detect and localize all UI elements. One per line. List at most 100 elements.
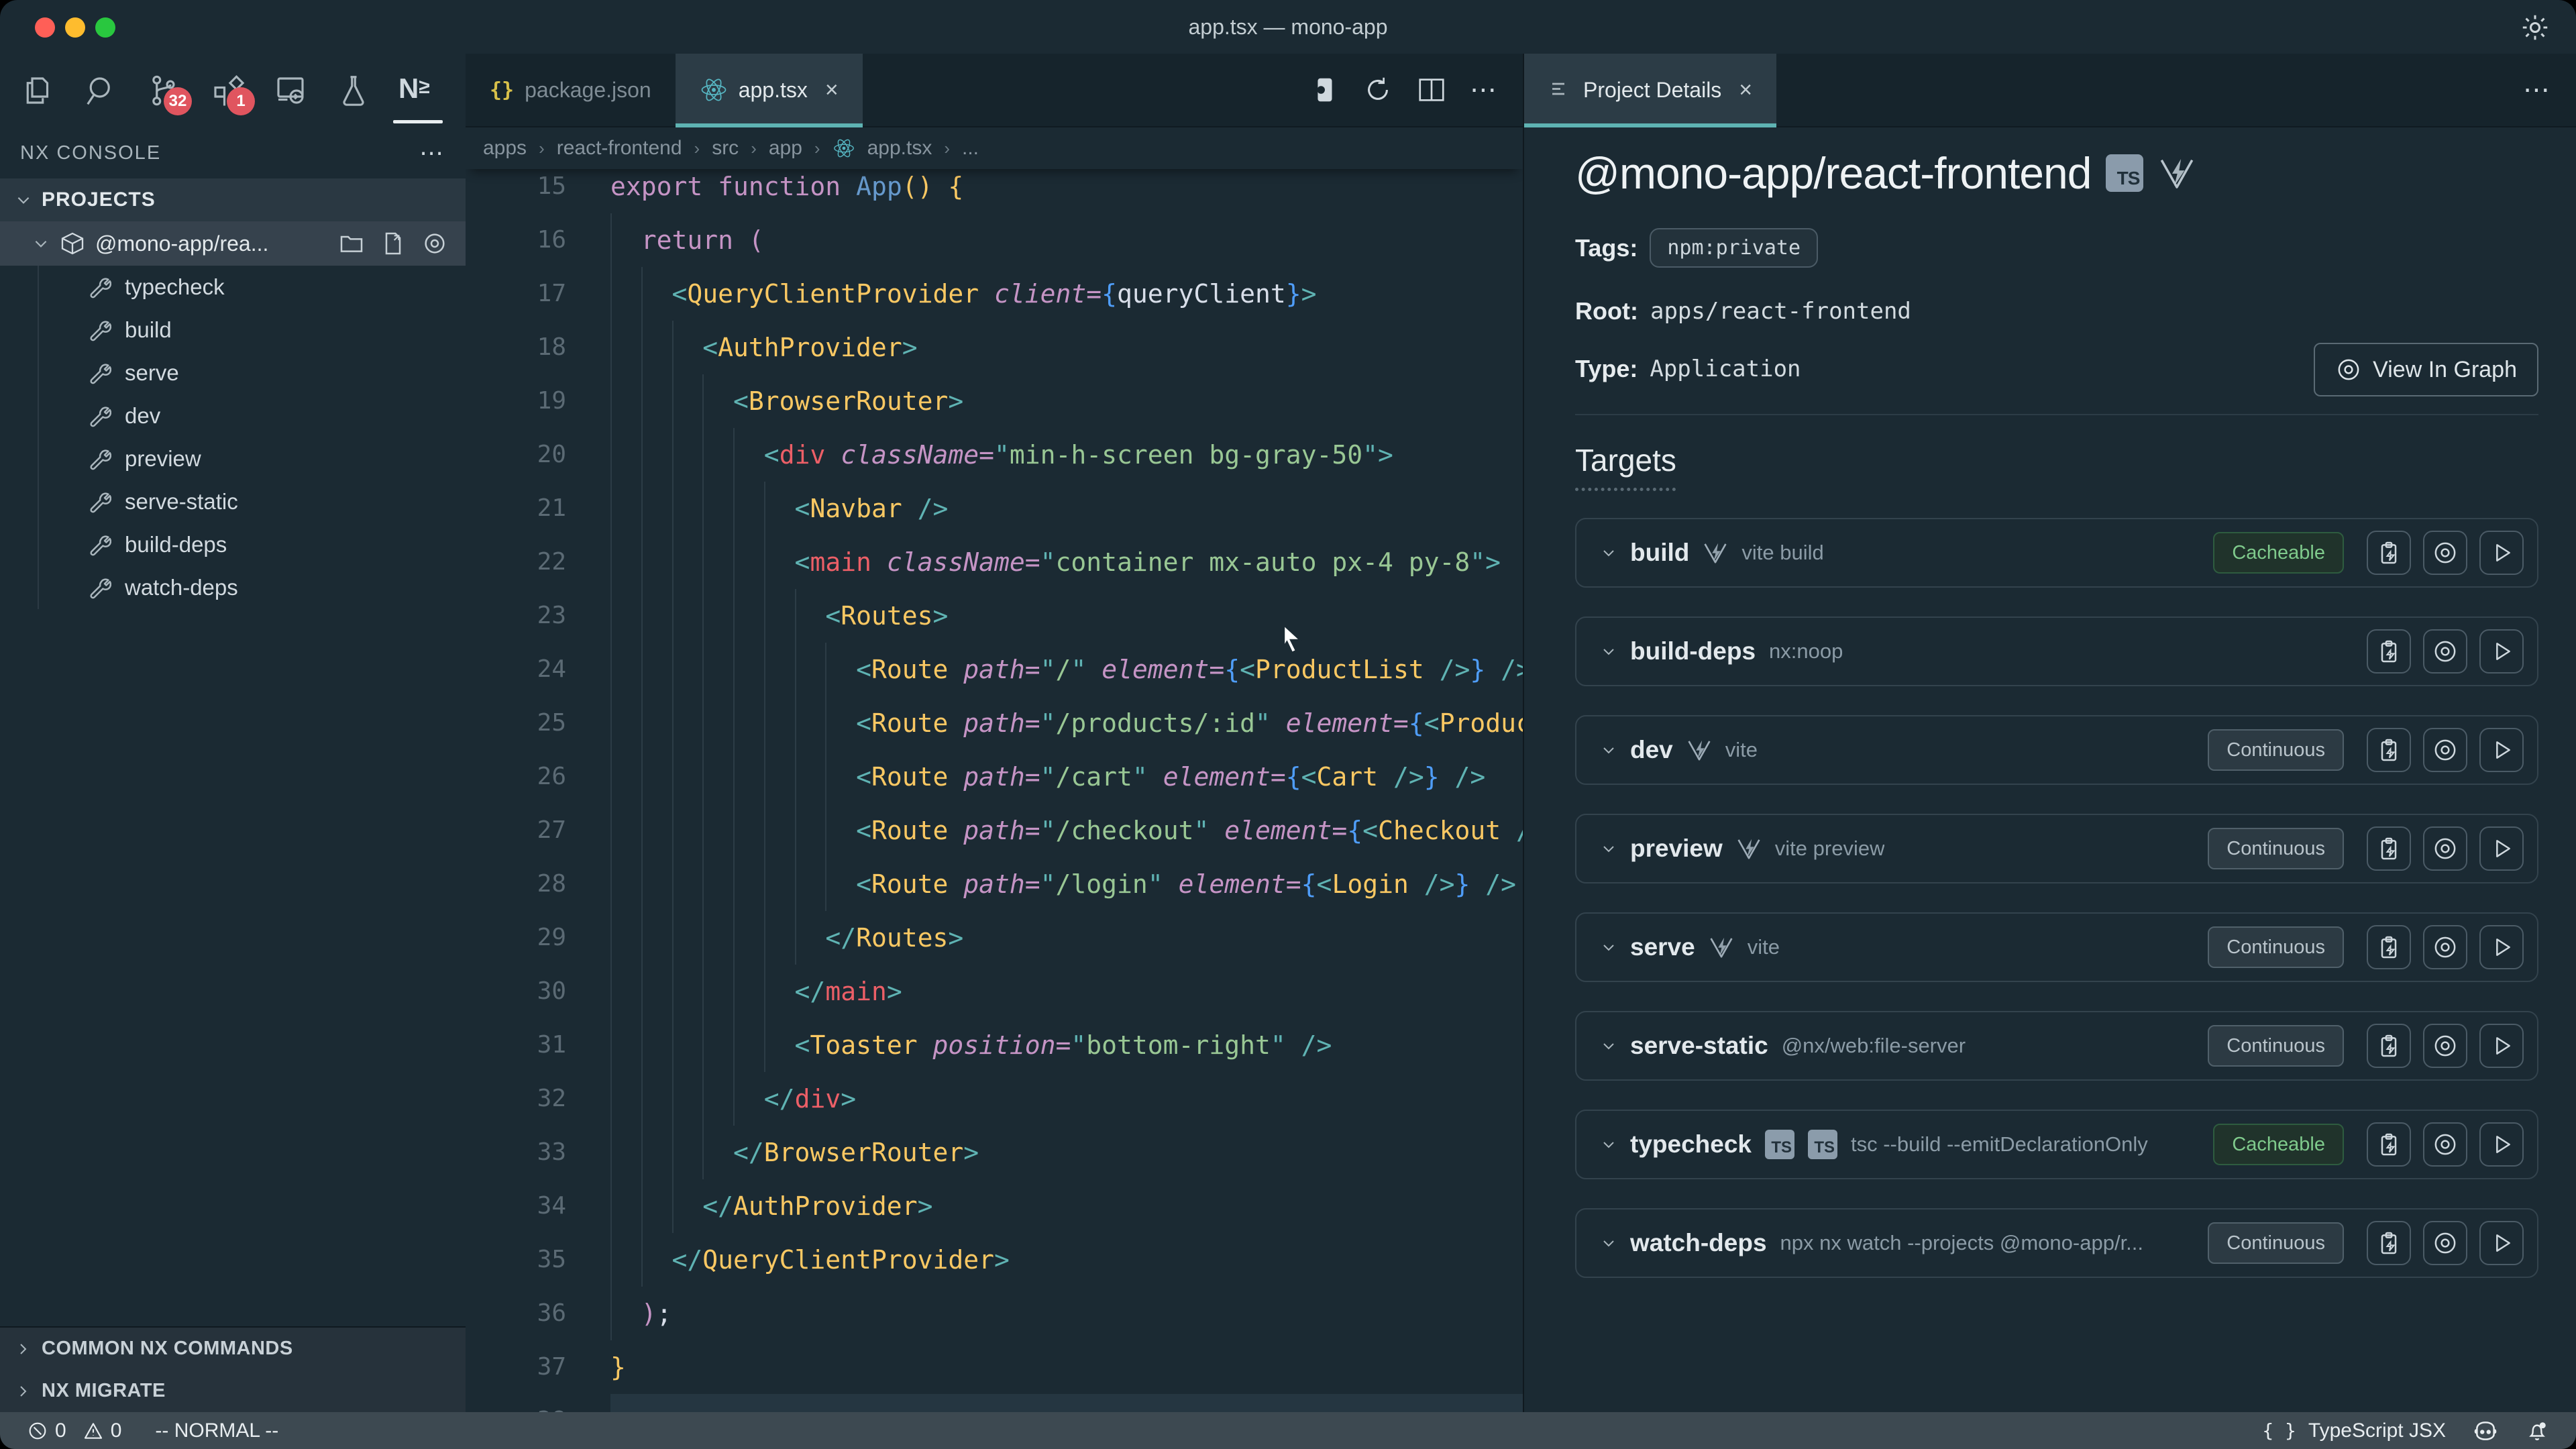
extensions-icon[interactable]: 1 bbox=[209, 72, 246, 109]
copy-button[interactable] bbox=[2367, 925, 2411, 969]
chevron-down-icon[interactable] bbox=[1601, 742, 1617, 758]
line-number: 26 bbox=[466, 750, 566, 804]
target-card-build[interactable]: build vite build Cacheable bbox=[1575, 518, 2538, 588]
chevron-down-icon[interactable] bbox=[1601, 643, 1617, 659]
projects-section-header[interactable]: PROJECTS bbox=[0, 178, 466, 221]
sidebar-item-dev[interactable]: dev bbox=[0, 394, 466, 437]
run-target-button[interactable] bbox=[2479, 1122, 2524, 1167]
copilot-icon[interactable] bbox=[2473, 1418, 2498, 1444]
sidebar-item-serve[interactable]: serve bbox=[0, 352, 466, 394]
copy-button[interactable] bbox=[2367, 1221, 2411, 1265]
tab-app-tsx[interactable]: app.tsx × bbox=[676, 54, 863, 126]
target-card-build-deps[interactable]: build-deps nx:noop bbox=[1575, 616, 2538, 686]
view-in-graph-button[interactable] bbox=[2423, 1122, 2467, 1167]
editor[interactable]: apps› react-frontend› src› app› app.tsx›… bbox=[466, 127, 1523, 1412]
line-number: 32 bbox=[466, 1072, 566, 1126]
vim-mode-indicator[interactable]: -- NORMAL -- bbox=[155, 1419, 278, 1442]
language-mode[interactable]: { } TypeScript JSX bbox=[2262, 1419, 2446, 1442]
target-command: npx nx watch --projects @mono-app/r... bbox=[1780, 1231, 2143, 1255]
source-control-icon[interactable]: 32 bbox=[146, 72, 182, 109]
nx-console-icon[interactable]: N≥ bbox=[398, 72, 429, 109]
target-card-watch-deps[interactable]: watch-deps npx nx watch --projects @mono… bbox=[1575, 1208, 2538, 1278]
tab-package-json[interactable]: {} package.json bbox=[466, 54, 676, 126]
target-card-typecheck[interactable]: typecheck TS TS tsc --build --emitDeclar… bbox=[1575, 1110, 2538, 1179]
wrench-icon bbox=[86, 446, 111, 472]
tab-project-details[interactable]: Project Details × bbox=[1524, 54, 1776, 126]
run-target-button[interactable] bbox=[2479, 925, 2524, 969]
chevron-down-icon[interactable] bbox=[1601, 1038, 1617, 1054]
view-in-graph-button[interactable] bbox=[2423, 1024, 2467, 1068]
remote-explorer-icon[interactable] bbox=[272, 72, 309, 109]
more-actions-icon[interactable]: ⋯ bbox=[419, 139, 445, 167]
search-icon[interactable] bbox=[83, 72, 119, 109]
gear-icon[interactable] bbox=[2520, 12, 2551, 43]
run-target-button[interactable] bbox=[2479, 1024, 2524, 1068]
code-line: 28<Route path="/login" element={<Login /… bbox=[466, 857, 1523, 911]
target-icon[interactable] bbox=[421, 230, 448, 257]
sidebar-item-build-deps[interactable]: build-deps bbox=[0, 523, 466, 566]
code-lines[interactable]: 15export function App() {16return (17<Qu… bbox=[466, 160, 1523, 1412]
run-target-button[interactable] bbox=[2479, 1221, 2524, 1265]
close-icon[interactable]: × bbox=[825, 77, 839, 103]
copy-button[interactable] bbox=[2367, 728, 2411, 772]
problems-indicator[interactable]: 0 0 bbox=[27, 1419, 121, 1442]
run-target-button[interactable] bbox=[2479, 629, 2524, 674]
target-card-serve[interactable]: serve vite Continuous bbox=[1575, 912, 2538, 982]
copy-button[interactable] bbox=[2367, 826, 2411, 871]
view-in-graph-button[interactable]: View In Graph bbox=[2314, 343, 2538, 396]
target-card-serve-static[interactable]: serve-static @nx/web:file-server Continu… bbox=[1575, 1011, 2538, 1081]
run-target-button[interactable] bbox=[2479, 728, 2524, 772]
panel-actions: ⋯ bbox=[2523, 54, 2576, 126]
view-in-graph-button[interactable] bbox=[2423, 629, 2467, 674]
refresh-icon[interactable] bbox=[1362, 74, 1393, 105]
chevron-down-icon[interactable] bbox=[1601, 1136, 1617, 1152]
target-label: build-deps bbox=[125, 532, 227, 557]
open-file-icon[interactable] bbox=[380, 230, 407, 257]
sidebar-item-typecheck[interactable]: typecheck bbox=[0, 266, 466, 309]
code-line: 33</BrowserRouter> bbox=[466, 1126, 1523, 1179]
section-common-nx-commands[interactable]: COMMON NX COMMANDS bbox=[0, 1328, 466, 1370]
bell-icon[interactable] bbox=[2525, 1419, 2549, 1443]
sidebar-item-watch-deps[interactable]: watch-deps bbox=[0, 566, 466, 609]
run-icon bbox=[2488, 1032, 2515, 1059]
explorer-icon[interactable] bbox=[20, 72, 56, 109]
copy-button[interactable] bbox=[2367, 1122, 2411, 1167]
run-target-button[interactable] bbox=[2479, 531, 2524, 575]
copy-button[interactable] bbox=[2367, 1024, 2411, 1068]
chevron-down-icon[interactable] bbox=[1601, 545, 1617, 561]
view-in-graph-button[interactable] bbox=[2423, 531, 2467, 575]
target-name: serve-static bbox=[1630, 1032, 1768, 1060]
more-actions-icon[interactable]: ⋯ bbox=[1470, 74, 1499, 105]
chevron-down-icon bbox=[15, 191, 32, 209]
copy-button[interactable] bbox=[2367, 531, 2411, 575]
copy-button[interactable] bbox=[2367, 629, 2411, 674]
chevron-down-icon[interactable] bbox=[1601, 841, 1617, 857]
view-in-graph-icon bbox=[2432, 934, 2459, 961]
sidebar-item-serve-static[interactable]: serve-static bbox=[0, 480, 466, 523]
target-card-dev[interactable]: dev vite Continuous bbox=[1575, 715, 2538, 785]
view-in-graph-icon bbox=[2432, 1032, 2459, 1059]
view-in-graph-button[interactable] bbox=[2423, 1221, 2467, 1265]
warnings-icon bbox=[83, 1420, 104, 1442]
run-in-side-panel-icon[interactable] bbox=[1309, 74, 1340, 105]
sidebar-item-build[interactable]: build bbox=[0, 309, 466, 352]
code-line: 30</main> bbox=[466, 965, 1523, 1018]
view-in-graph-button[interactable] bbox=[2423, 925, 2467, 969]
typescript-badge-icon: TS bbox=[1808, 1130, 1837, 1159]
tags-row: Tags: npm:private bbox=[1575, 228, 2538, 268]
breadcrumb[interactable]: apps› react-frontend› src› app› app.tsx›… bbox=[466, 127, 1523, 169]
folder-icon[interactable] bbox=[338, 230, 365, 257]
chevron-down-icon[interactable] bbox=[1601, 1235, 1617, 1251]
project-row[interactable]: @mono-app/rea... bbox=[0, 221, 466, 266]
more-actions-icon[interactable]: ⋯ bbox=[2523, 74, 2552, 105]
section-nx-migrate[interactable]: NX MIGRATE bbox=[0, 1370, 466, 1412]
view-in-graph-button[interactable] bbox=[2423, 728, 2467, 772]
split-editor-icon[interactable] bbox=[1416, 74, 1447, 105]
view-in-graph-button[interactable] bbox=[2423, 826, 2467, 871]
sidebar-item-preview[interactable]: preview bbox=[0, 437, 466, 480]
target-card-preview[interactable]: preview vite preview Continuous bbox=[1575, 814, 2538, 883]
close-icon[interactable]: × bbox=[1739, 77, 1752, 103]
run-target-button[interactable] bbox=[2479, 826, 2524, 871]
testing-icon[interactable] bbox=[335, 72, 372, 109]
chevron-down-icon[interactable] bbox=[1601, 939, 1617, 955]
